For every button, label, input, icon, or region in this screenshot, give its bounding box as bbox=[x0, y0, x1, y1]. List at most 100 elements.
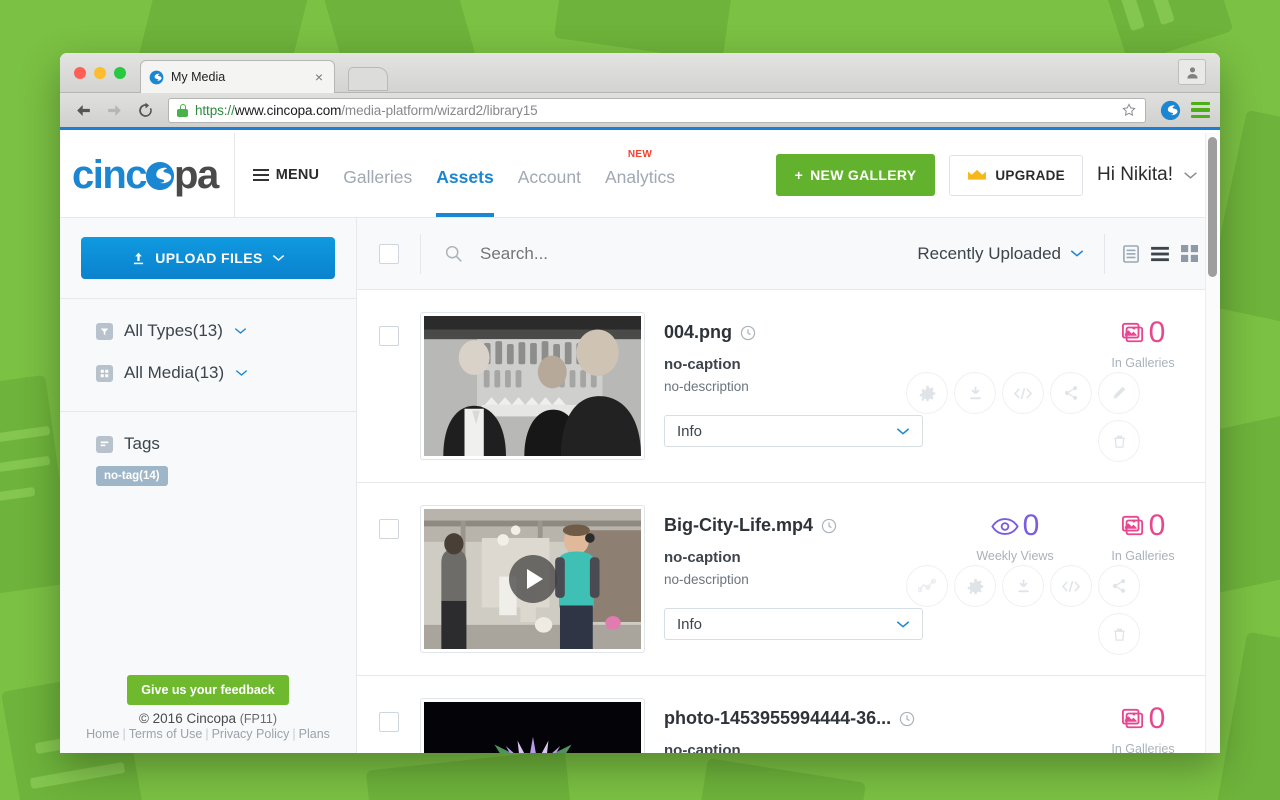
url-scheme: https:// bbox=[195, 102, 235, 118]
chevron-down-icon bbox=[896, 620, 910, 629]
settings-gear-icon[interactable] bbox=[954, 565, 996, 607]
maximize-window-button[interactable] bbox=[114, 67, 126, 79]
nav-item-account[interactable]: Account bbox=[518, 133, 581, 217]
user-menu[interactable]: Hi Nikita! bbox=[1097, 164, 1198, 186]
clock-icon[interactable] bbox=[740, 325, 756, 341]
browser-menu-icon[interactable] bbox=[1191, 99, 1210, 121]
embed-code-icon[interactable] bbox=[1050, 565, 1092, 607]
stat-in-galleries[interactable]: 0 In Galleries bbox=[1088, 511, 1198, 564]
search-box[interactable] bbox=[421, 243, 917, 264]
sidebar-footer: Give us your feedback © 2016 Cincopa (FP… bbox=[60, 675, 356, 741]
asset-checkbox[interactable] bbox=[378, 326, 399, 346]
footer-link-plans[interactable]: Plans bbox=[299, 727, 330, 741]
gallery-images-icon bbox=[1121, 708, 1145, 730]
stat-weekly-views[interactable]: 0 Weekly Views bbox=[960, 511, 1070, 564]
play-button[interactable] bbox=[508, 555, 557, 603]
stat-in-galleries[interactable]: 0 In Galleries bbox=[1088, 318, 1198, 371]
select-all-checkbox[interactable] bbox=[378, 243, 399, 264]
download-icon[interactable] bbox=[1002, 565, 1044, 607]
asset-row[interactable]: Big-City-Life.mp4 no-caption no-descript… bbox=[357, 483, 1220, 676]
window-controls[interactable] bbox=[74, 67, 126, 79]
asset-checkbox[interactable] bbox=[378, 519, 399, 539]
view-mode-switcher bbox=[1123, 244, 1198, 263]
edit-pencil-icon[interactable] bbox=[1098, 372, 1140, 414]
tag-chip-no-tag[interactable]: no-tag(14) bbox=[96, 466, 168, 486]
sort-dropdown[interactable]: Recently Uploaded bbox=[917, 244, 1084, 264]
footer-links: Home | Terms of Use | Privacy Policy | Plans bbox=[60, 727, 356, 741]
menu-button[interactable]: MENU bbox=[252, 165, 320, 184]
asset-filename-row: photo-1453955994444-36... bbox=[664, 708, 925, 729]
footer-link-home[interactable]: Home bbox=[86, 727, 119, 741]
nav-item-galleries[interactable]: Galleries bbox=[343, 133, 412, 217]
toolbar-divider bbox=[1104, 233, 1105, 274]
share-icon[interactable] bbox=[1050, 372, 1092, 414]
nav-item-analytics[interactable]: NEW Analytics bbox=[605, 133, 675, 217]
asset-row[interactable]: 004.png no-caption no-description Info 0… bbox=[357, 290, 1220, 483]
delete-trash-icon[interactable] bbox=[1098, 613, 1140, 655]
asset-thumbnail[interactable] bbox=[420, 505, 645, 653]
grid-view-icon[interactable] bbox=[1181, 245, 1198, 262]
clock-icon[interactable] bbox=[899, 711, 915, 727]
asset-row[interactable]: photo-1453955994444-36... no-caption no-… bbox=[357, 676, 1220, 753]
asset-stats: 0 In Galleries bbox=[906, 312, 1220, 462]
search-input[interactable] bbox=[480, 243, 780, 264]
new-tab-button[interactable] bbox=[348, 67, 388, 91]
menu-button-label: MENU bbox=[275, 167, 320, 183]
bookmark-star-icon[interactable] bbox=[1121, 102, 1137, 118]
footer-link-privacy[interactable]: Privacy Policy bbox=[212, 727, 290, 741]
address-bar-url: https://www.cincopa.com/media-platform/w… bbox=[195, 103, 1114, 118]
stat-in-galleries[interactable]: 0 In Galleries bbox=[1088, 704, 1198, 754]
upload-section: UPLOAD FILES bbox=[60, 218, 356, 299]
nav-item-assets[interactable]: Assets bbox=[436, 133, 495, 217]
chevron-down-icon bbox=[1070, 249, 1084, 258]
list-view-icon[interactable] bbox=[1151, 246, 1169, 262]
close-tab-button[interactable]: × bbox=[312, 70, 326, 84]
ssl-lock-icon bbox=[177, 103, 188, 117]
stat-value-row: 0 bbox=[1088, 704, 1198, 734]
forward-arrow-icon[interactable] bbox=[101, 97, 127, 123]
page-body: UPLOAD FILES All Types(13) All Media(13)… bbox=[60, 218, 1220, 753]
list-detail-view-icon[interactable] bbox=[1123, 244, 1139, 263]
asset-caption: no-caption bbox=[664, 356, 741, 373]
upload-files-label: UPLOAD FILES bbox=[155, 250, 263, 266]
asset-thumbnail[interactable] bbox=[420, 698, 645, 753]
page-viewport: cinc pa MENU Galleries Assets Account NE… bbox=[60, 133, 1220, 753]
page-scrollbar[interactable] bbox=[1205, 133, 1220, 753]
tag-list-icon bbox=[96, 435, 113, 453]
header-actions: + NEW GALLERY UPGRADE Hi Nikita! bbox=[775, 154, 1198, 196]
cincopa-logo[interactable]: cinc pa bbox=[72, 155, 219, 195]
asset-thumbnail[interactable] bbox=[420, 312, 645, 460]
cincopa-extension-icon[interactable] bbox=[1160, 100, 1181, 121]
filter-funnel-icon bbox=[96, 322, 113, 340]
analytics-icon[interactable] bbox=[906, 565, 948, 607]
address-bar[interactable]: https://www.cincopa.com/media-platform/w… bbox=[168, 97, 1146, 123]
stat-value-row: 0 bbox=[1088, 511, 1198, 541]
sidebar-item-label: All Types(13) bbox=[124, 321, 223, 340]
footer-link-terms[interactable]: Terms of Use bbox=[129, 727, 203, 741]
minimize-window-button[interactable] bbox=[94, 67, 106, 79]
upload-files-button[interactable]: UPLOAD FILES bbox=[81, 237, 335, 279]
asset-info-select[interactable]: Info bbox=[664, 608, 923, 640]
reload-icon[interactable] bbox=[132, 97, 158, 123]
sidebar-item-all-types[interactable]: All Types(13) bbox=[96, 321, 335, 341]
browser-tab-strip: My Media × bbox=[60, 53, 1220, 93]
delete-trash-icon[interactable] bbox=[1098, 420, 1140, 462]
plus-icon: + bbox=[794, 167, 804, 183]
clock-icon[interactable] bbox=[821, 518, 837, 534]
feedback-button[interactable]: Give us your feedback bbox=[127, 675, 289, 705]
upgrade-button[interactable]: UPGRADE bbox=[949, 154, 1083, 196]
back-arrow-icon[interactable] bbox=[70, 97, 96, 123]
settings-gear-icon[interactable] bbox=[906, 372, 948, 414]
embed-code-icon[interactable] bbox=[1002, 372, 1044, 414]
close-window-button[interactable] bbox=[74, 67, 86, 79]
download-icon[interactable] bbox=[954, 372, 996, 414]
new-gallery-button[interactable]: + NEW GALLERY bbox=[775, 154, 936, 196]
nav-label: Galleries bbox=[343, 166, 413, 187]
scrollbar-thumb[interactable] bbox=[1208, 137, 1217, 277]
browser-tab[interactable]: My Media × bbox=[140, 60, 335, 93]
sidebar-item-all-media[interactable]: All Media(13) bbox=[96, 363, 335, 383]
asset-info-select[interactable]: Info bbox=[664, 415, 923, 447]
asset-checkbox[interactable] bbox=[378, 712, 399, 732]
share-icon[interactable] bbox=[1098, 565, 1140, 607]
profile-avatar-icon[interactable] bbox=[1178, 59, 1206, 85]
